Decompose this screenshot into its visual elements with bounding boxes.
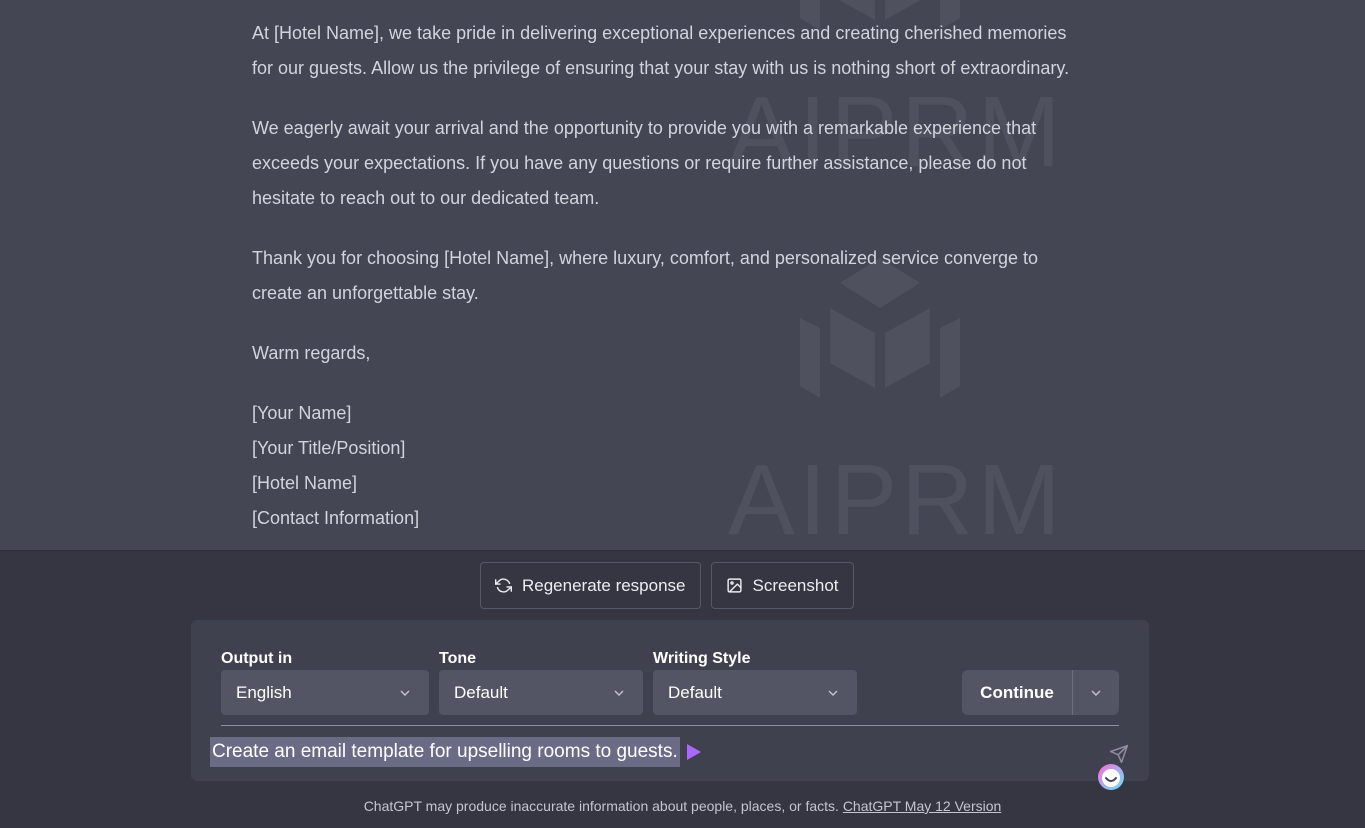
message-paragraph: Warm regards, — [252, 343, 371, 363]
continue-button[interactable]: Continue — [962, 670, 1073, 715]
signature-line: [Hotel Name] — [252, 473, 358, 493]
tone-field: Tone Default — [439, 649, 643, 715]
play-icon[interactable] — [686, 744, 701, 760]
output-language-label: Output in — [221, 650, 293, 667]
writing-style-field: Writing Style Default — [653, 649, 857, 715]
message-paragraph: At [Hotel Name], we take pride in delive… — [252, 23, 1070, 78]
output-language-field: Output in English — [221, 649, 429, 715]
regenerate-response-button[interactable]: Regenerate response — [480, 562, 701, 609]
screenshot-button[interactable]: Screenshot — [710, 562, 854, 609]
image-icon — [726, 578, 742, 593]
prompt-text: Create an email template for upselling r… — [210, 737, 680, 767]
message-paragraph: We eagerly await your arrival and the op… — [252, 118, 1037, 208]
writing-style-select[interactable]: Default — [653, 670, 857, 715]
footer-disclaimer: ChatGPT may produce inaccurate informati… — [0, 798, 1365, 814]
tone-select[interactable]: Default — [439, 670, 643, 715]
prompt-textarea[interactable]: Create an email template for upselling r… — [210, 736, 701, 768]
continue-button-group: Continue — [962, 670, 1119, 715]
writing-style-label: Writing Style — [653, 650, 751, 667]
divider — [221, 725, 1119, 726]
chevron-down-icon — [614, 690, 624, 696]
chevron-down-icon — [1091, 690, 1101, 696]
chat-message-area: AIPRM AIPRM At [Hotel Name], we take pri… — [0, 0, 1365, 550]
tone-value: Default — [454, 682, 508, 702]
assistant-message: At [Hotel Name], we take pride in delive… — [252, 16, 1082, 536]
chevron-down-icon — [400, 690, 410, 696]
continue-options-button[interactable] — [1073, 670, 1119, 715]
regenerate-label: Regenerate response — [522, 575, 686, 595]
action-buttons: Regenerate response Screenshot — [480, 562, 854, 609]
chevron-down-icon — [828, 690, 838, 696]
message-paragraph: Thank you for choosing [Hotel Name], whe… — [252, 248, 1039, 303]
output-language-value: English — [236, 682, 292, 702]
signature-line: [Your Title/Position] — [252, 438, 406, 458]
tone-label: Tone — [439, 650, 477, 667]
screenshot-label: Screenshot — [752, 575, 839, 595]
composer-panel: Regenerate response Screenshot Output in… — [0, 550, 1365, 828]
signature-line: [Your Name] — [252, 403, 352, 423]
refresh-icon — [495, 578, 512, 593]
prompt-input-card: Output in English Tone Default Writing S… — [191, 620, 1149, 790]
output-language-select[interactable]: English — [221, 670, 429, 715]
version-link[interactable]: ChatGPT May 12 Version — [843, 798, 1001, 814]
disclaimer-text: ChatGPT may produce inaccurate informati… — [363, 798, 843, 814]
signature-line: [Contact Information] — [252, 508, 420, 528]
writing-style-value: Default — [668, 682, 722, 702]
assistant-bot-icon[interactable] — [1095, 761, 1127, 793]
